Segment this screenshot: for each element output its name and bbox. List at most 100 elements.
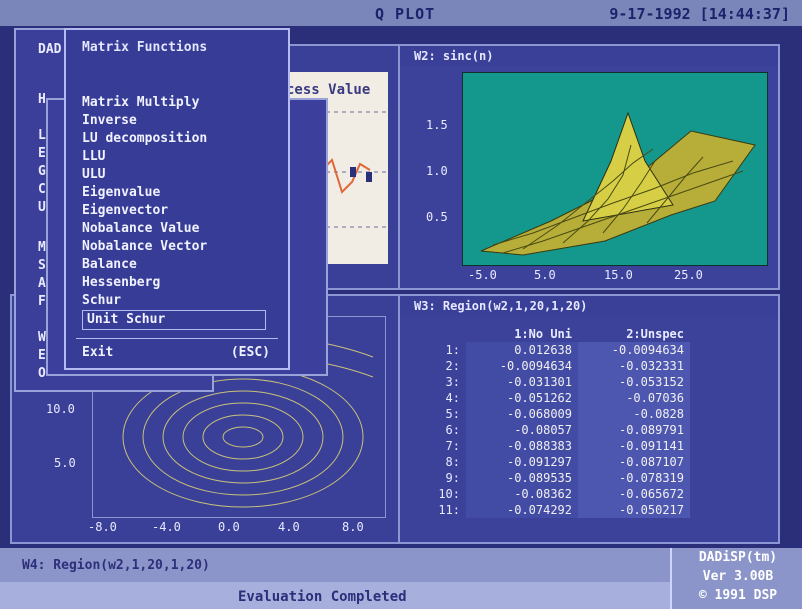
table-row[interactable]: 2: -0.0094634 -0.032331 xyxy=(420,358,690,374)
cell-col2[interactable]: -0.032331 xyxy=(578,358,690,374)
row-index: 6: xyxy=(445,423,460,437)
cell-col2[interactable]: -0.087107 xyxy=(578,454,690,470)
menu-item-lu-decomposition[interactable]: LU decomposition xyxy=(82,130,266,148)
table-row[interactable]: 3: -0.031301 -0.053152 xyxy=(420,374,690,390)
menu-letter[interactable]: G xyxy=(38,164,46,179)
row-index: 10: xyxy=(438,487,460,501)
w2-ytick: 0.5 xyxy=(426,210,448,224)
matrix-functions-menu[interactable]: Matrix Functions Matrix Multiply Inverse… xyxy=(64,28,290,370)
cell-col2[interactable]: -0.091141 xyxy=(578,438,690,454)
brand-copyright: © 1991 DSP xyxy=(698,588,778,603)
w2-title: W2: sinc(n) xyxy=(400,46,778,66)
table-row[interactable]: 10: -0.08362 -0.065672 xyxy=(420,486,690,502)
cell-col1[interactable]: 0.012638 xyxy=(466,342,578,358)
cell-col2[interactable]: -0.078319 xyxy=(578,470,690,486)
menu-item-inverse[interactable]: Inverse xyxy=(82,112,266,130)
menu-letter[interactable]: M xyxy=(38,240,46,255)
table-header-col1: 1:No Uni xyxy=(514,327,572,341)
table-row[interactable]: 1: 0.012638 -0.0094634 xyxy=(420,342,690,358)
menu-letter[interactable]: C xyxy=(38,182,46,197)
menu-letter[interactable]: S xyxy=(38,258,46,273)
cell-col2[interactable]: -0.0828 xyxy=(578,406,690,422)
w4-xtick: -4.0 xyxy=(152,520,181,534)
cell-col1[interactable]: -0.0094634 xyxy=(466,358,578,374)
menu-item-nobalance-value[interactable]: Nobalance Value xyxy=(82,220,266,238)
brand-version: Ver 3.00B xyxy=(702,569,774,584)
table-row[interactable]: 9: -0.089535 -0.078319 xyxy=(420,470,690,486)
row-index: 7: xyxy=(445,439,460,453)
cell-col1[interactable]: -0.051262 xyxy=(466,390,578,406)
menu-letter[interactable]: E xyxy=(38,146,46,161)
window-w2[interactable]: W2: sinc(n) 1.5 1.0 0.5 -5.0 5.0 15.0 25… xyxy=(398,44,780,290)
menu-exit[interactable]: Exit xyxy=(82,345,113,360)
cell-col2[interactable]: -0.07036 xyxy=(578,390,690,406)
cell-col1[interactable]: -0.088383 xyxy=(466,438,578,454)
brand-badge: DADiSP(tm) Ver 3.00B © 1991 DSP xyxy=(670,548,802,609)
row-index: 5: xyxy=(445,407,460,421)
menu-item-schur[interactable]: Schur xyxy=(82,292,266,310)
menu-letter[interactable]: F xyxy=(38,294,46,309)
row-index: 11: xyxy=(438,503,460,517)
cell-col1[interactable]: -0.091297 xyxy=(466,454,578,470)
title-bar: Q PLOT 9-17-1992 [14:44:37] xyxy=(0,0,802,26)
main-menu-title: DAD xyxy=(38,42,62,57)
cell-col1[interactable]: -0.089535 xyxy=(466,470,578,486)
w4-xtick: 0.0 xyxy=(218,520,240,534)
row-index: 4: xyxy=(445,391,460,405)
menu-item-unit-schur[interactable]: Unit Schur xyxy=(82,310,266,330)
row-index: 3: xyxy=(445,375,460,389)
menu-letter[interactable]: O xyxy=(38,366,46,381)
status-text: Evaluation Completed xyxy=(238,589,407,605)
cell-col1[interactable]: -0.08057 xyxy=(466,422,578,438)
table-row[interactable]: 4: -0.051262 -0.07036 xyxy=(420,390,690,406)
w2-ytick: 1.0 xyxy=(426,164,448,178)
matrix-functions-title: Matrix Functions xyxy=(82,40,208,55)
table-row[interactable]: 5: -0.068009 -0.0828 xyxy=(420,406,690,422)
menu-exit-key: (ESC) xyxy=(230,345,270,360)
w4-ytick: 10.0 xyxy=(46,402,75,416)
table-header-index xyxy=(420,326,466,342)
menu-item-eigenvalue[interactable]: Eigenvalue xyxy=(82,184,266,202)
cell-col2[interactable]: -0.053152 xyxy=(578,374,690,390)
menu-divider xyxy=(76,338,278,339)
cell-col1[interactable]: -0.074292 xyxy=(466,502,578,518)
cell-col1[interactable]: -0.031301 xyxy=(466,374,578,390)
matrix-functions-items: Matrix Multiply Inverse LU decomposition… xyxy=(82,94,266,330)
w2-ytick: 1.5 xyxy=(426,118,448,132)
menu-item-hessenberg[interactable]: Hessenberg xyxy=(82,274,266,292)
cell-col2[interactable]: -0.0094634 xyxy=(578,342,690,358)
cell-col1[interactable]: -0.068009 xyxy=(466,406,578,422)
menu-letter[interactable]: A xyxy=(38,276,46,291)
command-line[interactable]: W4: Region(w2,1,20,1,20) xyxy=(0,548,670,582)
row-index: 1: xyxy=(445,343,460,357)
table-row[interactable]: 6: -0.08057 -0.089791 xyxy=(420,422,690,438)
menu-letter[interactable]: E xyxy=(38,348,46,363)
menu-item-llu[interactable]: LLU xyxy=(82,148,266,166)
menu-item-ulu[interactable]: ULU xyxy=(82,166,266,184)
cell-col2[interactable]: -0.065672 xyxy=(578,486,690,502)
w2-xtick: -5.0 xyxy=(468,268,497,282)
window-w3[interactable]: W3: Region(w2,1,20,1,20) 1:No Uni 2:Unsp… xyxy=(398,294,780,544)
surface-plot xyxy=(480,111,756,256)
brand-name: DADiSP(tm) xyxy=(698,550,778,565)
w1-title: cess Value xyxy=(286,82,371,98)
row-index: 8: xyxy=(445,455,460,469)
table-row[interactable]: 8: -0.091297 -0.087107 xyxy=(420,454,690,470)
table-row[interactable]: 11: -0.074292 -0.050217 xyxy=(420,502,690,518)
status-bar: Evaluation Completed xyxy=(0,582,670,609)
cell-col1[interactable]: -0.08362 xyxy=(466,486,578,502)
menu-item-balance[interactable]: Balance xyxy=(82,256,266,274)
menu-item-nobalance-vector[interactable]: Nobalance Vector xyxy=(82,238,266,256)
menu-letter[interactable]: L xyxy=(38,128,46,143)
table-row[interactable]: 7: -0.088383 -0.091141 xyxy=(420,438,690,454)
menu-letter[interactable]: U xyxy=(38,200,46,215)
menu-item-matrix-multiply[interactable]: Matrix Multiply xyxy=(82,94,266,112)
menu-letter[interactable]: H xyxy=(38,92,46,107)
cell-col2[interactable]: -0.050217 xyxy=(578,502,690,518)
w4-ytick: 5.0 xyxy=(54,456,76,470)
cell-col2[interactable]: -0.089791 xyxy=(578,422,690,438)
menu-item-eigenvector[interactable]: Eigenvector xyxy=(82,202,266,220)
menu-letter[interactable]: W xyxy=(38,330,46,345)
w2-xtick: 25.0 xyxy=(674,268,703,282)
w2-xtick: 15.0 xyxy=(604,268,633,282)
